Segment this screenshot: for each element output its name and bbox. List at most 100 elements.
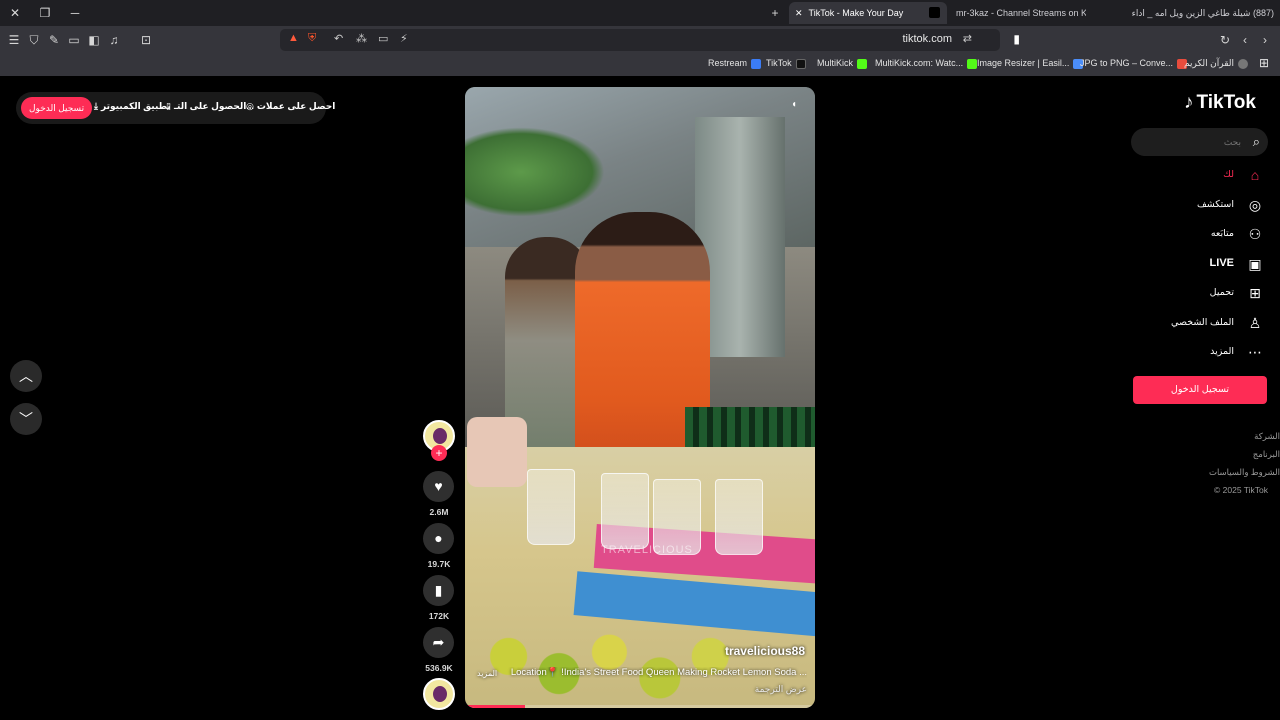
undo-icon[interactable]: ↶ — [334, 32, 343, 45]
tab-close-icon[interactable]: ✕ — [795, 8, 803, 18]
share-button[interactable]: ➦ — [423, 627, 454, 658]
avatar-image — [433, 428, 447, 444]
save-button[interactable]: ▮ — [423, 575, 454, 606]
footer-company-link[interactable]: الشركة — [1254, 431, 1280, 442]
music-icon[interactable]: ♫ — [106, 32, 122, 48]
minimize-window-icon[interactable]: ─ — [60, 0, 90, 26]
comment-count: 19.7K — [427, 559, 451, 569]
get-app-link[interactable]: ▯ الحصول على التـ... — [166, 101, 254, 112]
search-box[interactable]: ⌕ — [1131, 128, 1268, 156]
video-scene-trees — [465, 127, 605, 217]
video-caption: Location📍 !India's Street Food Queen Mak… — [510, 667, 807, 678]
get-app-label: الحصول على التـ... — [173, 101, 254, 111]
bookmark-multikick-watch[interactable]: MultiKick.com: Watc... — [875, 58, 978, 69]
restore-window-icon[interactable]: ❐ — [30, 0, 60, 26]
nav-label: لك — [1223, 169, 1234, 180]
comment-button[interactable]: ● — [423, 523, 454, 554]
cast-icon[interactable]: ▭ — [378, 32, 388, 45]
video-scene-glass — [601, 473, 649, 549]
nav-following[interactable]: ⚇ متابَعه — [1064, 223, 1264, 245]
video-player[interactable]: ◖ TRAVELICIOUS travelicious88 المزيد Loc… — [465, 87, 815, 708]
bookmark-multikick[interactable]: MultiKick — [817, 58, 868, 69]
reload-icon[interactable]: ↻ — [1217, 32, 1233, 48]
music-disc-avatar[interactable] — [423, 678, 455, 710]
nav-more[interactable]: ⋯ المزيد — [1064, 341, 1264, 363]
profile-icon: ♙ — [1248, 315, 1262, 331]
brave-shield-icon[interactable]: ⛨ — [308, 32, 316, 45]
nav-label: متابَعه — [1210, 228, 1234, 239]
tabs-icon[interactable]: ▭ — [66, 32, 82, 48]
screenshot-icon[interactable]: ⊡ — [138, 32, 154, 48]
heart-icon: ♥ — [434, 478, 443, 494]
login-button[interactable]: تسجيل الدخول — [21, 97, 93, 119]
tab-label: (887) شيلة طاغي الزين ويل امه _ اداء — [1131, 8, 1274, 18]
chevron-down-icon: ﹀ — [19, 411, 33, 427]
footer-copyright: © 2025 TikTok — [1214, 485, 1268, 495]
nav-label: استكشف — [1196, 199, 1234, 210]
bookmark-label: Restream — [708, 58, 748, 68]
bookmark-icon[interactable]: ▮ — [1013, 32, 1020, 46]
tab-tiktok[interactable]: ✕ TikTok - Make Your Day — [789, 2, 947, 24]
bookmark-jpg-to-png[interactable]: JPG to PNG – Conve... — [1080, 58, 1188, 69]
follow-plus-icon[interactable]: + — [431, 445, 447, 461]
footer-program-link[interactable]: البرنامج — [1253, 449, 1280, 460]
globe-icon — [1238, 58, 1249, 69]
following-icon: ⚇ — [1248, 226, 1262, 242]
video-scene-glass — [715, 479, 763, 555]
close-window-icon[interactable]: ✕ — [0, 0, 30, 26]
bookmark-quran[interactable]: القرآن الكريم — [1184, 58, 1249, 69]
next-video-button[interactable]: ﹀ — [10, 403, 42, 435]
see-translation-link[interactable]: عرض الترجمة — [755, 684, 807, 695]
tiktok-favicon-icon — [929, 7, 940, 18]
translate-icon[interactable]: ⁂ — [356, 32, 367, 45]
video-author[interactable]: travelicious88 — [725, 644, 805, 658]
site-settings-icon[interactable]: ⇄ — [963, 32, 972, 45]
volume-icon[interactable]: ◖ — [791, 99, 801, 111]
extensions-icon[interactable]: ✎ — [46, 32, 62, 48]
desktop-app-link[interactable]: ⤓ تطبيق الكمبيوتر — [94, 101, 171, 112]
get-coins-link[interactable]: ◎ احصل على عملات — [246, 101, 335, 112]
sidebar-login-button[interactable]: تسجيل الدخول — [1133, 376, 1267, 404]
search-icon[interactable]: ⌕ — [1253, 134, 1260, 150]
nav-for-you[interactable]: ⌂ لك — [1064, 164, 1264, 186]
share-arrow-icon: ➦ — [432, 634, 445, 650]
nav-live[interactable]: ▣ LIVE — [1064, 253, 1264, 275]
wallet-icon[interactable]: ⚡ — [400, 32, 408, 45]
bookmark-restream[interactable]: Restream — [708, 58, 762, 69]
nav-label: تحميل — [1209, 287, 1234, 298]
bookmark-image-resizer[interactable]: Image Resizer | Easil... — [977, 58, 1084, 69]
video-scene-glass — [527, 469, 575, 545]
bookmark-label: MultiKick — [817, 58, 854, 68]
sidebar-icon[interactable]: ◧ — [86, 32, 102, 48]
tiktok-icon — [795, 58, 806, 69]
nav-explore[interactable]: ◎ استكشف — [1064, 194, 1264, 216]
tab-kick[interactable]: mr-3kaz - Channel Streams on Kick — [956, 2, 1086, 24]
nav-profile[interactable]: ♙ الملف الشخصي — [1064, 312, 1264, 334]
bookmark-tiktok[interactable]: TikTok — [766, 58, 806, 69]
search-input[interactable] — [1141, 128, 1241, 156]
previous-video-button[interactable]: ︿ — [10, 360, 42, 392]
tiktok-logo[interactable]: ♪ TikTok — [1184, 92, 1256, 114]
apps-grid-icon[interactable]: ⊞ — [1259, 56, 1269, 70]
forward-icon[interactable]: › — [1257, 32, 1273, 48]
footer-terms-link[interactable]: الشروط والسياسات — [1209, 467, 1280, 478]
address-bar[interactable]: ▲ ⛨ ↶ ⁂ ▭ ⚡ tiktok.com ⇄ ▮ — [280, 29, 1020, 51]
nav-upload[interactable]: ⊞ تحميل — [1064, 282, 1264, 304]
tab-youtube[interactable]: (887) شيلة طاغي الزين ويل امه _ اداء — [1092, 2, 1280, 24]
menu-icon[interactable]: ☰ — [6, 32, 22, 48]
new-tab-icon[interactable]: + — [760, 0, 790, 26]
bookmark-icon: ▮ — [434, 582, 443, 598]
shield-icon[interactable]: ⛉ — [26, 32, 42, 48]
brave-rewards-icon[interactable]: ▲ — [288, 32, 299, 44]
url-text[interactable]: tiktok.com — [902, 33, 952, 45]
logo-text: TikTok — [1196, 92, 1256, 113]
like-button[interactable]: ♥ — [423, 471, 454, 502]
back-icon[interactable]: ‹ — [1237, 32, 1253, 48]
restream-icon — [751, 58, 762, 69]
nav-label: LIVE — [1209, 257, 1234, 269]
get-coins-label: احصل على عملات — [256, 101, 336, 111]
desktop-app-label: تطبيق الكمبيوتر — [100, 101, 171, 111]
video-progress-bar[interactable] — [465, 705, 815, 708]
bookmarks-bar: Restream TikTok MultiKick MultiKick.com:… — [0, 54, 1280, 76]
video-progress-fill — [465, 705, 525, 708]
